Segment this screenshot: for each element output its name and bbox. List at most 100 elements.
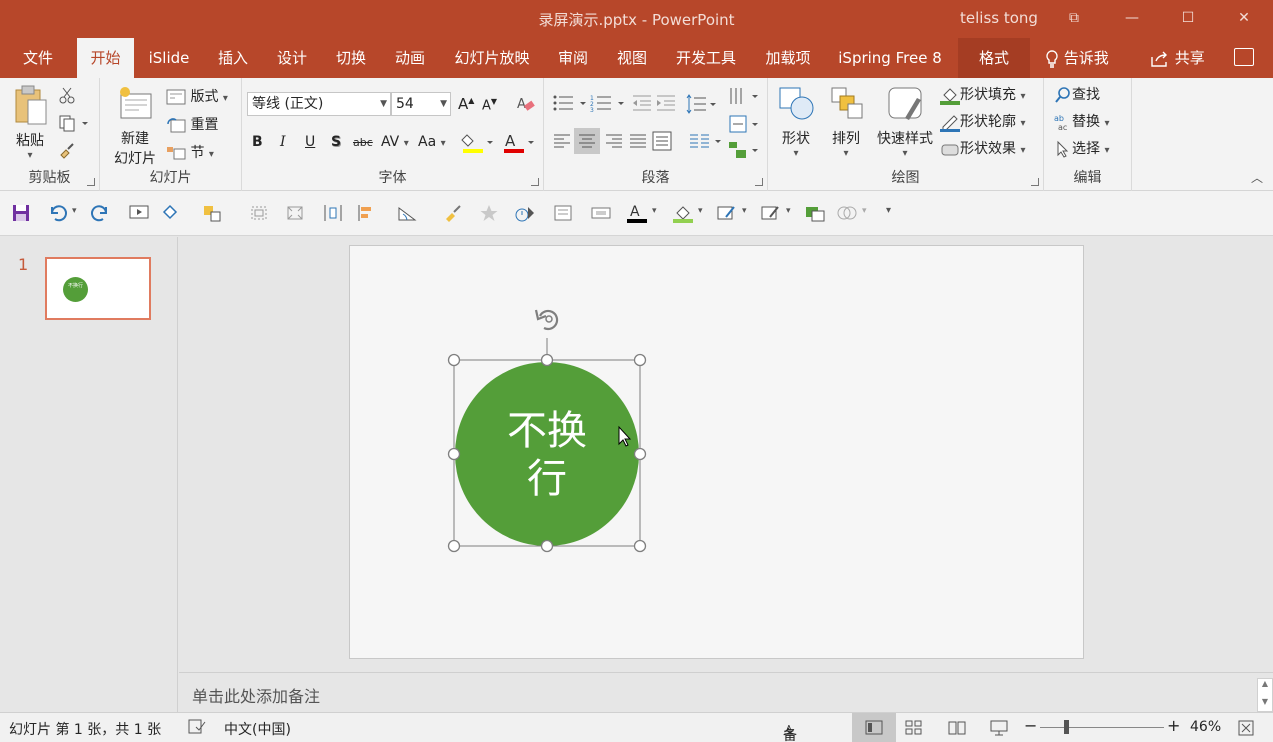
notes-scrollbar[interactable]: ▲ ▼ bbox=[1257, 678, 1273, 712]
slide-sorter-icon[interactable] bbox=[905, 720, 923, 735]
bold-button[interactable]: B bbox=[252, 134, 263, 150]
resize-handle-bottom[interactable] bbox=[540, 539, 554, 553]
ribbon-display-options-button[interactable]: ⧉ bbox=[1064, 8, 1084, 28]
chevron-down-icon[interactable]: ▾ bbox=[742, 206, 747, 216]
section-button[interactable]: 节 ▾ bbox=[166, 142, 214, 162]
customize-toolbar-icon[interactable]: ▾ bbox=[886, 205, 891, 216]
paste-button[interactable]: 粘贴 ▾ bbox=[10, 84, 50, 161]
shape-outline-button[interactable]: 形状轮廓 ▾ bbox=[940, 111, 1025, 132]
select-button[interactable]: 选择 ▾ bbox=[1054, 138, 1109, 158]
tab-islide[interactable]: iSlide bbox=[142, 38, 196, 78]
increase-indent-icon[interactable] bbox=[656, 94, 676, 112]
tell-me-button[interactable]: 告诉我 bbox=[1045, 38, 1109, 78]
animation-timer-icon[interactable] bbox=[514, 203, 536, 223]
user-name[interactable]: teliss tong bbox=[960, 9, 1038, 27]
tab-home[interactable]: 开始 bbox=[77, 38, 134, 78]
text-box-icon[interactable] bbox=[552, 203, 574, 223]
crop-icon[interactable] bbox=[248, 203, 270, 223]
collapse-ribbon-icon[interactable]: ︿ bbox=[1251, 169, 1263, 186]
resize-handle-bottom-left[interactable] bbox=[447, 539, 461, 553]
align-left-objects-icon[interactable] bbox=[356, 203, 378, 223]
resize-handle-right[interactable] bbox=[633, 447, 647, 461]
align-text-icon[interactable] bbox=[728, 114, 760, 134]
copy-button[interactable] bbox=[58, 114, 88, 136]
cut-button[interactable] bbox=[58, 86, 76, 108]
resize-handle-top[interactable] bbox=[540, 353, 554, 367]
tab-addins[interactable]: 加载项 bbox=[757, 38, 819, 78]
arrange-button[interactable]: 排列 ▾ bbox=[828, 84, 864, 159]
rotate-handle-icon[interactable] bbox=[534, 309, 559, 331]
placeholder-icon[interactable] bbox=[590, 203, 612, 223]
normal-view-button[interactable] bbox=[852, 713, 896, 742]
maximize-button[interactable]: ☐ bbox=[1178, 8, 1198, 28]
notes-placeholder[interactable]: 单击此处添加备注 bbox=[192, 683, 320, 707]
zoom-slider-track[interactable] bbox=[1040, 727, 1164, 728]
text-direction-icon[interactable] bbox=[728, 86, 760, 106]
resize-handle-top-right[interactable] bbox=[633, 353, 647, 367]
minimize-button[interactable]: — bbox=[1122, 8, 1142, 28]
font-name-select[interactable]: 等线 (正文) ▼ bbox=[247, 92, 391, 116]
slide-canvas[interactable]: 不换 行 bbox=[349, 245, 1084, 659]
clear-format-button[interactable]: A bbox=[516, 94, 536, 118]
columns-icon[interactable] bbox=[688, 132, 724, 150]
tab-slideshow[interactable]: 幻灯片放映 bbox=[446, 38, 538, 78]
clipboard-launcher-icon[interactable] bbox=[87, 178, 95, 186]
spell-check-icon[interactable] bbox=[188, 719, 206, 739]
bullets-icon[interactable] bbox=[552, 94, 588, 112]
rotate-icon[interactable] bbox=[396, 203, 418, 223]
slideshow-from-start-icon[interactable] bbox=[128, 203, 150, 223]
close-button[interactable]: ✕ bbox=[1234, 8, 1254, 28]
shape-effects-button[interactable]: 形状效果 ▾ bbox=[940, 138, 1025, 159]
underline-button[interactable]: U bbox=[305, 134, 315, 150]
selection-pane-icon[interactable] bbox=[804, 203, 826, 223]
slide-thumbnail[interactable]: 不换行 bbox=[45, 257, 151, 320]
tab-review[interactable]: 审阅 bbox=[549, 38, 597, 78]
find-button[interactable]: 查找 bbox=[1054, 84, 1100, 104]
drawing-launcher-icon[interactable] bbox=[1031, 178, 1039, 186]
format-painter-button[interactable] bbox=[58, 141, 76, 163]
tab-developer[interactable]: 开发工具 bbox=[666, 38, 746, 78]
shrink-font-button[interactable]: A▼ bbox=[482, 97, 497, 113]
italic-button[interactable]: I bbox=[280, 134, 286, 150]
merge-shapes-icon[interactable] bbox=[836, 203, 858, 223]
shapes-button[interactable]: 形状 ▾ bbox=[776, 84, 816, 159]
tab-view[interactable]: 视图 bbox=[608, 38, 656, 78]
tab-design[interactable]: 设计 bbox=[268, 38, 316, 78]
tab-format[interactable]: 格式 bbox=[958, 38, 1030, 78]
zoom-slider-thumb[interactable] bbox=[1064, 720, 1069, 734]
decrease-indent-icon[interactable] bbox=[632, 94, 652, 112]
star-icon[interactable] bbox=[478, 203, 500, 223]
zoom-level[interactable]: 46% bbox=[1190, 719, 1221, 735]
chevron-down-icon[interactable]: ▾ bbox=[862, 206, 867, 216]
tab-ispring[interactable]: iSpring Free 8 bbox=[830, 38, 950, 78]
tab-file[interactable]: 文件 bbox=[14, 38, 62, 78]
font-color-button[interactable]: A bbox=[502, 131, 534, 159]
distributed-icon[interactable] bbox=[652, 131, 672, 151]
resize-handle-bottom-right[interactable] bbox=[633, 539, 647, 553]
char-spacing-button[interactable]: AV ▾ bbox=[381, 134, 409, 150]
line-spacing-icon[interactable] bbox=[686, 94, 718, 114]
align-left-icon[interactable] bbox=[552, 132, 572, 150]
tab-animations[interactable]: 动画 bbox=[386, 38, 434, 78]
justify-icon[interactable] bbox=[628, 132, 648, 150]
resize-handle-top-left[interactable] bbox=[447, 353, 461, 367]
zoom-in-button[interactable]: + bbox=[1167, 716, 1180, 735]
shape-outline-icon[interactable] bbox=[716, 203, 738, 223]
fit-to-window-icon[interactable] bbox=[1238, 720, 1254, 736]
grow-font-button[interactable]: A▲ bbox=[458, 95, 474, 113]
green-circle-shape[interactable] bbox=[455, 362, 639, 546]
tab-transitions[interactable]: 切换 bbox=[327, 38, 375, 78]
layout-button[interactable]: 版式 ▾ bbox=[166, 86, 228, 106]
chevron-down-icon[interactable]: ▾ bbox=[652, 206, 657, 216]
chevron-down-icon[interactable]: ▾ bbox=[786, 206, 791, 216]
undo-icon[interactable] bbox=[46, 203, 68, 223]
tab-insert[interactable]: 插入 bbox=[209, 38, 257, 78]
numbering-icon[interactable]: 123 bbox=[590, 94, 626, 112]
chevron-down-icon[interactable]: ▾ bbox=[698, 206, 703, 216]
pen-icon[interactable] bbox=[760, 203, 782, 223]
resize-handle-left[interactable] bbox=[447, 447, 461, 461]
group-objects-icon[interactable] bbox=[202, 203, 224, 223]
replace-button[interactable]: ab ac 替换 ▾ bbox=[1054, 111, 1109, 131]
align-center-button[interactable] bbox=[574, 128, 600, 154]
align-right-icon[interactable] bbox=[604, 132, 624, 150]
